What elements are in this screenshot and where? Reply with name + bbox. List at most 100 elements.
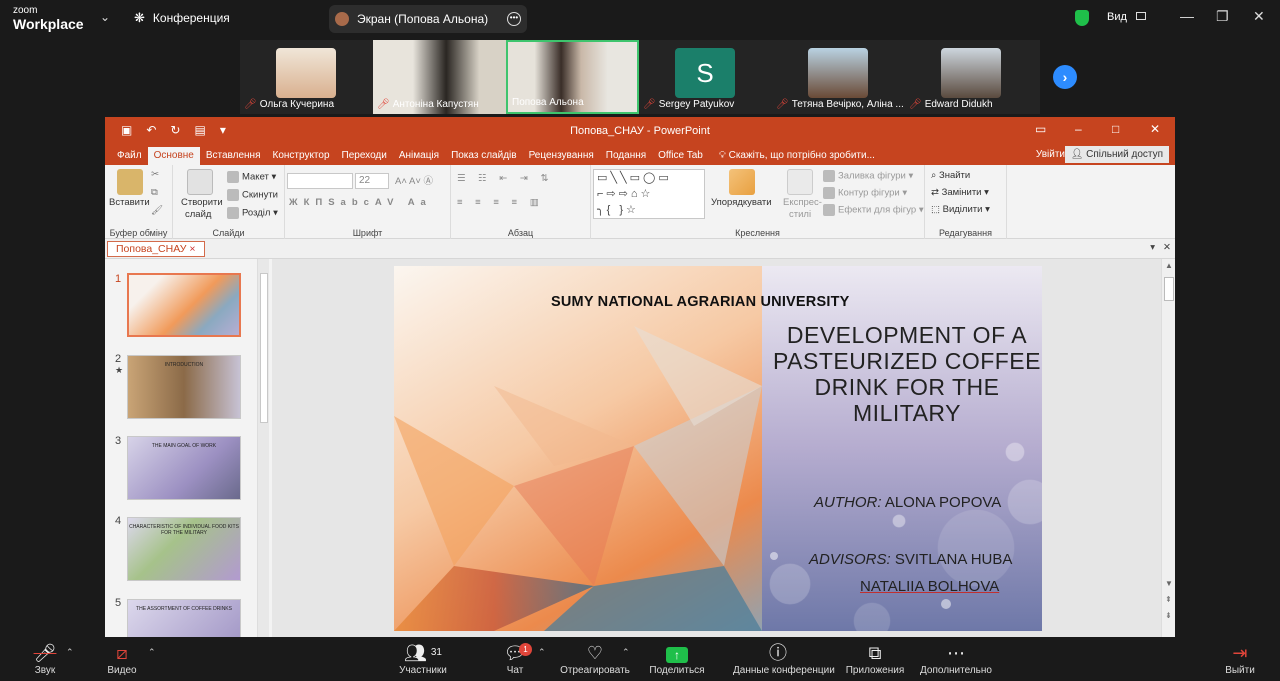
format-painter-icon[interactable]: 🖌︎ (151, 205, 163, 216)
participant-tile[interactable]: 🎤︎ Edward Didukh (905, 40, 1038, 114)
apps-button[interactable]: ⧉ Приложения (830, 637, 920, 676)
slide-university[interactable]: SUMY NATIONAL AGRARIAN UNIVERSITY (551, 294, 850, 310)
chevron-up-icon[interactable]: ⌃ (148, 647, 156, 658)
find-button[interactable]: ⌕ Знайти (931, 170, 970, 181)
cut-icon[interactable]: ✂ (151, 169, 159, 180)
next-page-button[interactable]: › (1053, 65, 1077, 89)
slide-author[interactable]: AUTHOR: ALONA POPOVA (814, 494, 1001, 511)
conference-menu[interactable]: ❋ Конференция (134, 10, 230, 26)
tab-transitions[interactable]: Переходи (336, 147, 393, 165)
section-button[interactable]: Розділ ▾ (227, 207, 278, 219)
more-button[interactable]: ⋯ Дополнительно (911, 637, 1001, 676)
shape-outline-button[interactable]: Контур фігури ▾ (823, 187, 907, 199)
thumbnails-scrollbar[interactable] (257, 259, 269, 637)
select-button[interactable]: ⬚ Виділити ▾ (931, 204, 990, 215)
participants-button[interactable]: 👥︎ 31 Участники (378, 637, 468, 676)
prev-slide-icon[interactable]: ⇞ (1165, 595, 1172, 604)
tab-list-icon[interactable]: ▾ (1150, 242, 1155, 253)
arrange-icon[interactable] (729, 169, 755, 195)
more-icon[interactable]: ••• (507, 12, 521, 26)
chevron-down-icon[interactable]: ⌄ (100, 10, 110, 24)
list-icons[interactable]: ☰ ☷ ⇤ ⇥ ⇅ (457, 173, 553, 184)
tab-slideshow[interactable]: Показ слайдів (445, 147, 523, 165)
minimize-icon[interactable]: – (1075, 122, 1082, 136)
scroll-up-icon[interactable]: ▲ (1165, 261, 1173, 270)
participant-tile[interactable]: 🎤︎ Антоніна Капустян (373, 40, 506, 114)
tab-design[interactable]: Конструктор (267, 147, 336, 165)
shape-effects-button[interactable]: Ефекти для фігур ▾ (823, 204, 924, 216)
slide-title[interactable]: DEVELOPMENT OF A PASTEURIZED COFFEE DRIN… (764, 322, 1042, 426)
font-grow-icon[interactable]: A˄ A˅ Ⓐ (395, 173, 433, 187)
shape-fill-button[interactable]: Заливка фігури ▾ (823, 170, 913, 182)
tab-insert[interactable]: Вставлення (200, 147, 267, 165)
share-screen-button[interactable]: ↑ Поделиться (632, 637, 722, 676)
tab-office-tab[interactable]: Office Tab (652, 147, 709, 165)
tab-animations[interactable]: Анімація (393, 147, 445, 165)
tab-review[interactable]: Рецензування (523, 147, 600, 165)
scroll-down-icon[interactable]: ▼ (1165, 579, 1173, 588)
tab-file[interactable]: Файл (111, 147, 148, 165)
participant-tile[interactable]: S 🎤︎ Sergey Patyukov (639, 40, 772, 114)
participant-name: Edward Didukh (924, 99, 993, 110)
minimize-icon[interactable]: — (1180, 8, 1194, 24)
quick-styles-label-2[interactable]: стилі (789, 209, 811, 220)
tell-me-input[interactable]: 💡︎ Скажіть, що потрібно зробити... (719, 147, 875, 165)
close-icon[interactable]: ✕ (1253, 8, 1265, 25)
new-slide-label-1[interactable]: Створити (181, 197, 223, 208)
slide-thumbnail[interactable]: THE MAIN GOAL OF WORK (127, 436, 241, 500)
chevron-up-icon[interactable]: ⌃ (538, 647, 546, 658)
next-slide-icon[interactable]: ⇟ (1165, 611, 1172, 620)
share-button[interactable]: 👤︎ Спільний доступ (1064, 146, 1169, 163)
shape-outline-label: Контур фігури (838, 187, 900, 199)
maximize-icon[interactable]: □ (1112, 122, 1119, 136)
document-tab[interactable]: Попова_СНАУ × (107, 241, 205, 257)
quick-styles-icon[interactable] (787, 169, 813, 195)
shapes-gallery[interactable]: ▭╲╲▭◯▭ ⌐⇨⇨⌂☆ ╮{ }☆ (593, 169, 705, 219)
close-icon[interactable]: ✕ (1163, 242, 1171, 253)
tab-view[interactable]: Подання (600, 147, 652, 165)
layout-button[interactable]: Макет ▾ (227, 171, 276, 183)
sign-in-link[interactable]: Увійти (1036, 149, 1065, 160)
tab-home[interactable]: Основне (147, 147, 200, 165)
slide-thumbnail[interactable] (127, 273, 241, 337)
advisor-2[interactable]: NATALIIA BOLHOVA (860, 578, 999, 595)
slide-thumbnail[interactable]: CHARACTERISTIC OF INDIVIDUAL FOOD KITS F… (127, 517, 241, 581)
chat-button[interactable]: 💬︎ 1 Чат (470, 637, 560, 676)
participant-tile-active[interactable]: Попова Альона (506, 40, 639, 114)
align-icons[interactable]: ≡ ≡ ≡ ≡ ▥ (457, 197, 544, 208)
slide-thumbnail[interactable]: INTRODUCTION (127, 355, 241, 419)
font-format-icons[interactable]: ЖКПSabcAV Aa (289, 197, 432, 208)
slide-advisors[interactable]: ADVISORS: SVITLANA HUBA (809, 551, 1012, 568)
close-icon[interactable]: × (189, 243, 195, 255)
participant-tile[interactable]: 🎤︎ Тетяна Вечірко, Аліна ... (772, 40, 905, 114)
paste-button[interactable]: Вставити (109, 197, 150, 208)
leave-button[interactable]: ⇥ Выйти (1195, 637, 1280, 676)
group-label: Слайди (212, 228, 245, 238)
font-name-input[interactable] (287, 173, 353, 189)
copy-icon[interactable]: ⧉ (151, 187, 158, 198)
slide-scrollbar[interactable]: ▲ ▼ ⇞ ⇟ (1161, 259, 1175, 637)
paste-icon[interactable] (117, 169, 143, 195)
meeting-info-button[interactable]: ⓘ Данные конференции (733, 637, 835, 676)
group-label: Редагування (939, 228, 992, 238)
ribbon-options-icon[interactable]: ▭ (1035, 122, 1046, 136)
scrollbar-thumb[interactable] (1164, 277, 1174, 301)
scrollbar-thumb[interactable] (260, 273, 268, 423)
new-slide-icon[interactable] (187, 169, 213, 195)
view-button[interactable]: Вид (1107, 11, 1146, 23)
font-size-input[interactable]: 22 (355, 173, 389, 189)
reset-button[interactable]: Скинути (227, 189, 278, 201)
participant-name: Попова Альона (512, 97, 584, 108)
chevron-up-icon[interactable]: ⌃ (622, 647, 630, 658)
close-icon[interactable]: ✕ (1150, 122, 1160, 136)
slide-canvas[interactable]: SUMY NATIONAL AGRARIAN UNIVERSITY DEVELO… (394, 266, 1042, 631)
replace-button[interactable]: ⇄ Замінити ▾ (931, 187, 989, 198)
new-slide-label-2[interactable]: слайд (185, 209, 211, 220)
arrange-button[interactable]: Упорядкувати (711, 197, 772, 208)
restore-icon[interactable]: ❐ (1216, 8, 1229, 25)
participant-tile[interactable]: 🎤︎ Ольга Кучерина (240, 40, 373, 114)
chevron-up-icon[interactable]: ⌃ (66, 647, 74, 658)
shield-icon[interactable] (1075, 10, 1089, 26)
quick-styles-label-1[interactable]: Експрес- (783, 197, 822, 208)
screen-share-pill[interactable]: Экран (Попова Альона) ••• (329, 5, 527, 33)
